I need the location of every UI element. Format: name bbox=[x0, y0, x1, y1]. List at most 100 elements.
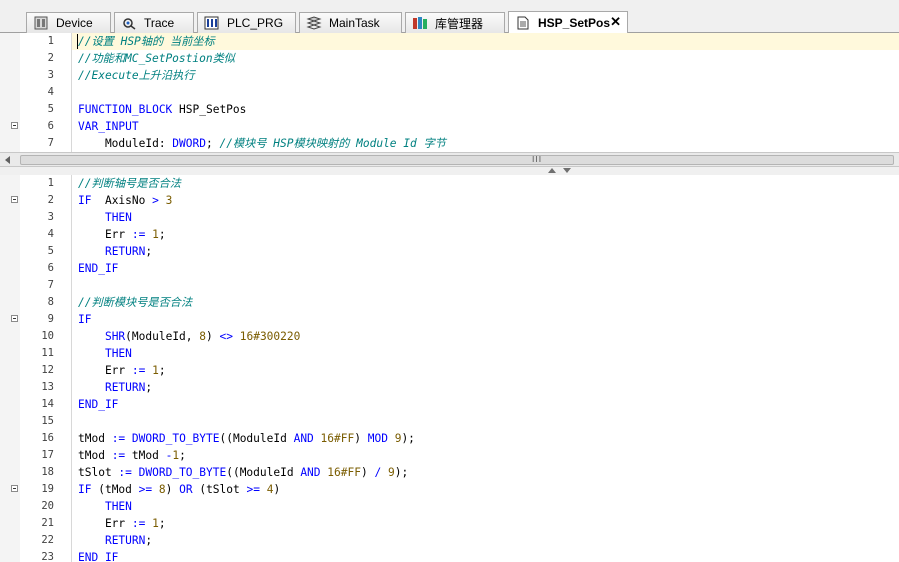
code-line[interactable]: 5 FUNCTION_BLOCK HSP_SetPos bbox=[0, 101, 899, 118]
keyword-token: := bbox=[118, 466, 132, 479]
code-line[interactable]: 22 RETURN; bbox=[0, 532, 899, 549]
comment-token: //功能和MC_SetPostion类似 bbox=[78, 52, 235, 65]
code-text: ModuleId: DWORD; //模块号 HSP模块映射的 Module I… bbox=[78, 135, 446, 152]
code-line[interactable]: 13 RETURN; bbox=[0, 379, 899, 396]
tab-library-manager[interactable]: 库管理器 bbox=[405, 12, 505, 33]
code-token: tMod bbox=[78, 449, 112, 462]
keyword-token: := bbox=[111, 449, 126, 462]
tab-hsp-setpos[interactable]: HSP_SetPos ✕ bbox=[508, 11, 628, 33]
code-line[interactable]: 6 VAR_INPUT bbox=[0, 118, 899, 135]
code-line[interactable]: 16 tMod := DWORD_TO_BYTE((ModuleId AND 16… bbox=[0, 430, 899, 447]
horizontal-scrollbar[interactable]: III bbox=[0, 152, 899, 167]
code-line[interactable]: 7 bbox=[0, 277, 899, 294]
code-line[interactable]: 1 //设置 HSP轴的 当前坐标 bbox=[0, 33, 899, 50]
code-text: tMod := DWORD_TO_BYTE((ModuleId AND 16#F… bbox=[78, 430, 415, 447]
code-line[interactable]: 2 IF AxisNo > 3 bbox=[0, 192, 899, 209]
tab-trace[interactable]: Trace bbox=[114, 12, 194, 33]
code-line[interactable]: 17 tMod := tMod -1; bbox=[0, 447, 899, 464]
task-icon bbox=[306, 16, 322, 30]
code-line[interactable]: 20 THEN bbox=[0, 498, 899, 515]
line-number: 23 bbox=[41, 551, 54, 562]
implementation-editor[interactable]: 1//判断轴号是否合法 2 IF AxisNo > 33 THEN 4 Err := … bbox=[0, 175, 899, 562]
expand-down-arrow-icon[interactable] bbox=[563, 168, 571, 173]
code-line[interactable]: 2 //功能和MC_SetPostion类似 bbox=[0, 50, 899, 67]
code-line[interactable]: 3 //Execute上升沿执行 bbox=[0, 67, 899, 84]
code-text: THEN bbox=[78, 345, 132, 362]
keyword-token: >= bbox=[246, 483, 260, 496]
code-line[interactable]: 9 IF bbox=[0, 311, 899, 328]
code-text: IF (tMod >= 8) OR (tSlot >= 4) bbox=[78, 481, 280, 498]
keyword-token: FUNCTION_BLOCK bbox=[78, 103, 173, 116]
close-tab-icon[interactable]: ✕ bbox=[610, 14, 621, 30]
collapse-fold-icon[interactable] bbox=[11, 315, 18, 322]
keyword-token: THEN bbox=[104, 347, 132, 360]
number-token: 16#300220 bbox=[239, 330, 301, 343]
comment-token: //判断轴号是否合法 bbox=[78, 177, 181, 190]
code-token: ; bbox=[145, 534, 153, 547]
line-number: 7 bbox=[47, 279, 54, 291]
code-line[interactable]: 21 Err := 1; bbox=[0, 515, 899, 532]
collapse-up-arrow-icon[interactable] bbox=[548, 168, 556, 173]
editor-tab-bar: Device Trace PLC_PRG MainTask 库管理器 HSP_S… bbox=[0, 0, 899, 33]
code-line[interactable]: 8 //判断模块号是否合法 bbox=[0, 294, 899, 311]
code-text: SHR(ModuleId, 8) <> 16#300220 bbox=[78, 328, 300, 345]
code-token: ; bbox=[158, 228, 166, 241]
number-token: 8 bbox=[199, 330, 207, 343]
code-line[interactable]: 7 ModuleId: DWORD; //模块号 HSP模块映射的 Module… bbox=[0, 135, 899, 152]
keyword-token: END_IF bbox=[78, 551, 119, 562]
code-text: RETURN; bbox=[78, 379, 152, 396]
keyword-token: AND bbox=[293, 432, 314, 445]
keyword-token: DWORD bbox=[172, 137, 206, 150]
comment-token: //模块号 HSP模块映射的 Module Id 字节 bbox=[219, 137, 446, 150]
code-text: THEN bbox=[78, 498, 132, 515]
number-token: 1 bbox=[152, 364, 159, 377]
collapse-fold-icon[interactable] bbox=[11, 122, 18, 129]
code-line[interactable]: 12 Err := 1; bbox=[0, 362, 899, 379]
code-line[interactable]: 11 THEN bbox=[0, 345, 899, 362]
code-line[interactable]: 15 bbox=[0, 413, 899, 430]
code-line[interactable]: 23 END_IF bbox=[0, 549, 899, 562]
code-line[interactable]: 14 END_IF bbox=[0, 396, 899, 413]
line-number: 14 bbox=[41, 398, 54, 410]
tab-maintask[interactable]: MainTask bbox=[299, 12, 402, 33]
code-token: ; bbox=[158, 364, 166, 377]
declaration-editor[interactable]: 1 //设置 HSP轴的 当前坐标 2 //功能和MC_SetPostion类似 3 //… bbox=[0, 33, 899, 152]
code-text: //判断轴号是否合法 bbox=[78, 175, 181, 192]
code-token: ModuleId: bbox=[78, 137, 173, 150]
collapse-fold-icon[interactable] bbox=[11, 485, 18, 492]
code-line[interactable]: 4 bbox=[0, 84, 899, 101]
code-line[interactable]: 5 RETURN; bbox=[0, 243, 899, 260]
line-number: 11 bbox=[41, 347, 54, 359]
code-line[interactable]: 10 SHR(ModuleId, 8) <> 16#300220 bbox=[0, 328, 899, 345]
code-text: IF bbox=[78, 311, 91, 328]
keyword-token: := bbox=[131, 228, 146, 241]
code-line[interactable]: 6 END_IF bbox=[0, 260, 899, 277]
code-token: ((ModuleId bbox=[219, 432, 294, 445]
code-line[interactable]: 4 Err := 1; bbox=[0, 226, 899, 243]
number-token: 3 bbox=[165, 194, 173, 207]
code-text: THEN bbox=[78, 209, 132, 226]
code-token: (ModuleId, bbox=[125, 330, 200, 343]
code-token: Err bbox=[78, 228, 132, 241]
keyword-token: RETURN bbox=[104, 245, 146, 258]
scrollbar-thumb[interactable] bbox=[20, 155, 894, 165]
line-number: 16 bbox=[41, 432, 54, 444]
code-line[interactable]: 1 //判断轴号是否合法 bbox=[0, 175, 899, 192]
tab-plc-prg[interactable]: PLC_PRG bbox=[197, 12, 296, 33]
scroll-left-arrow-icon[interactable] bbox=[5, 156, 10, 164]
code-text: tMod := tMod -1; bbox=[78, 447, 186, 464]
code-line[interactable]: 19 IF (tMod >= 8) OR (tSlot >= 4) bbox=[0, 481, 899, 498]
code-token: ; bbox=[179, 449, 186, 462]
code-line[interactable]: 18 tSlot := DWORD_TO_BYTE((ModuleId AND 1… bbox=[0, 464, 899, 481]
code-line[interactable]: 3 THEN bbox=[0, 209, 899, 226]
code-token: ) bbox=[165, 483, 180, 496]
code-token: AxisNo bbox=[91, 194, 153, 207]
pane-splitter[interactable] bbox=[0, 167, 899, 175]
tab-device[interactable]: Device bbox=[26, 12, 111, 33]
collapse-fold-icon[interactable] bbox=[11, 196, 18, 203]
line-number: 9 bbox=[47, 313, 54, 325]
